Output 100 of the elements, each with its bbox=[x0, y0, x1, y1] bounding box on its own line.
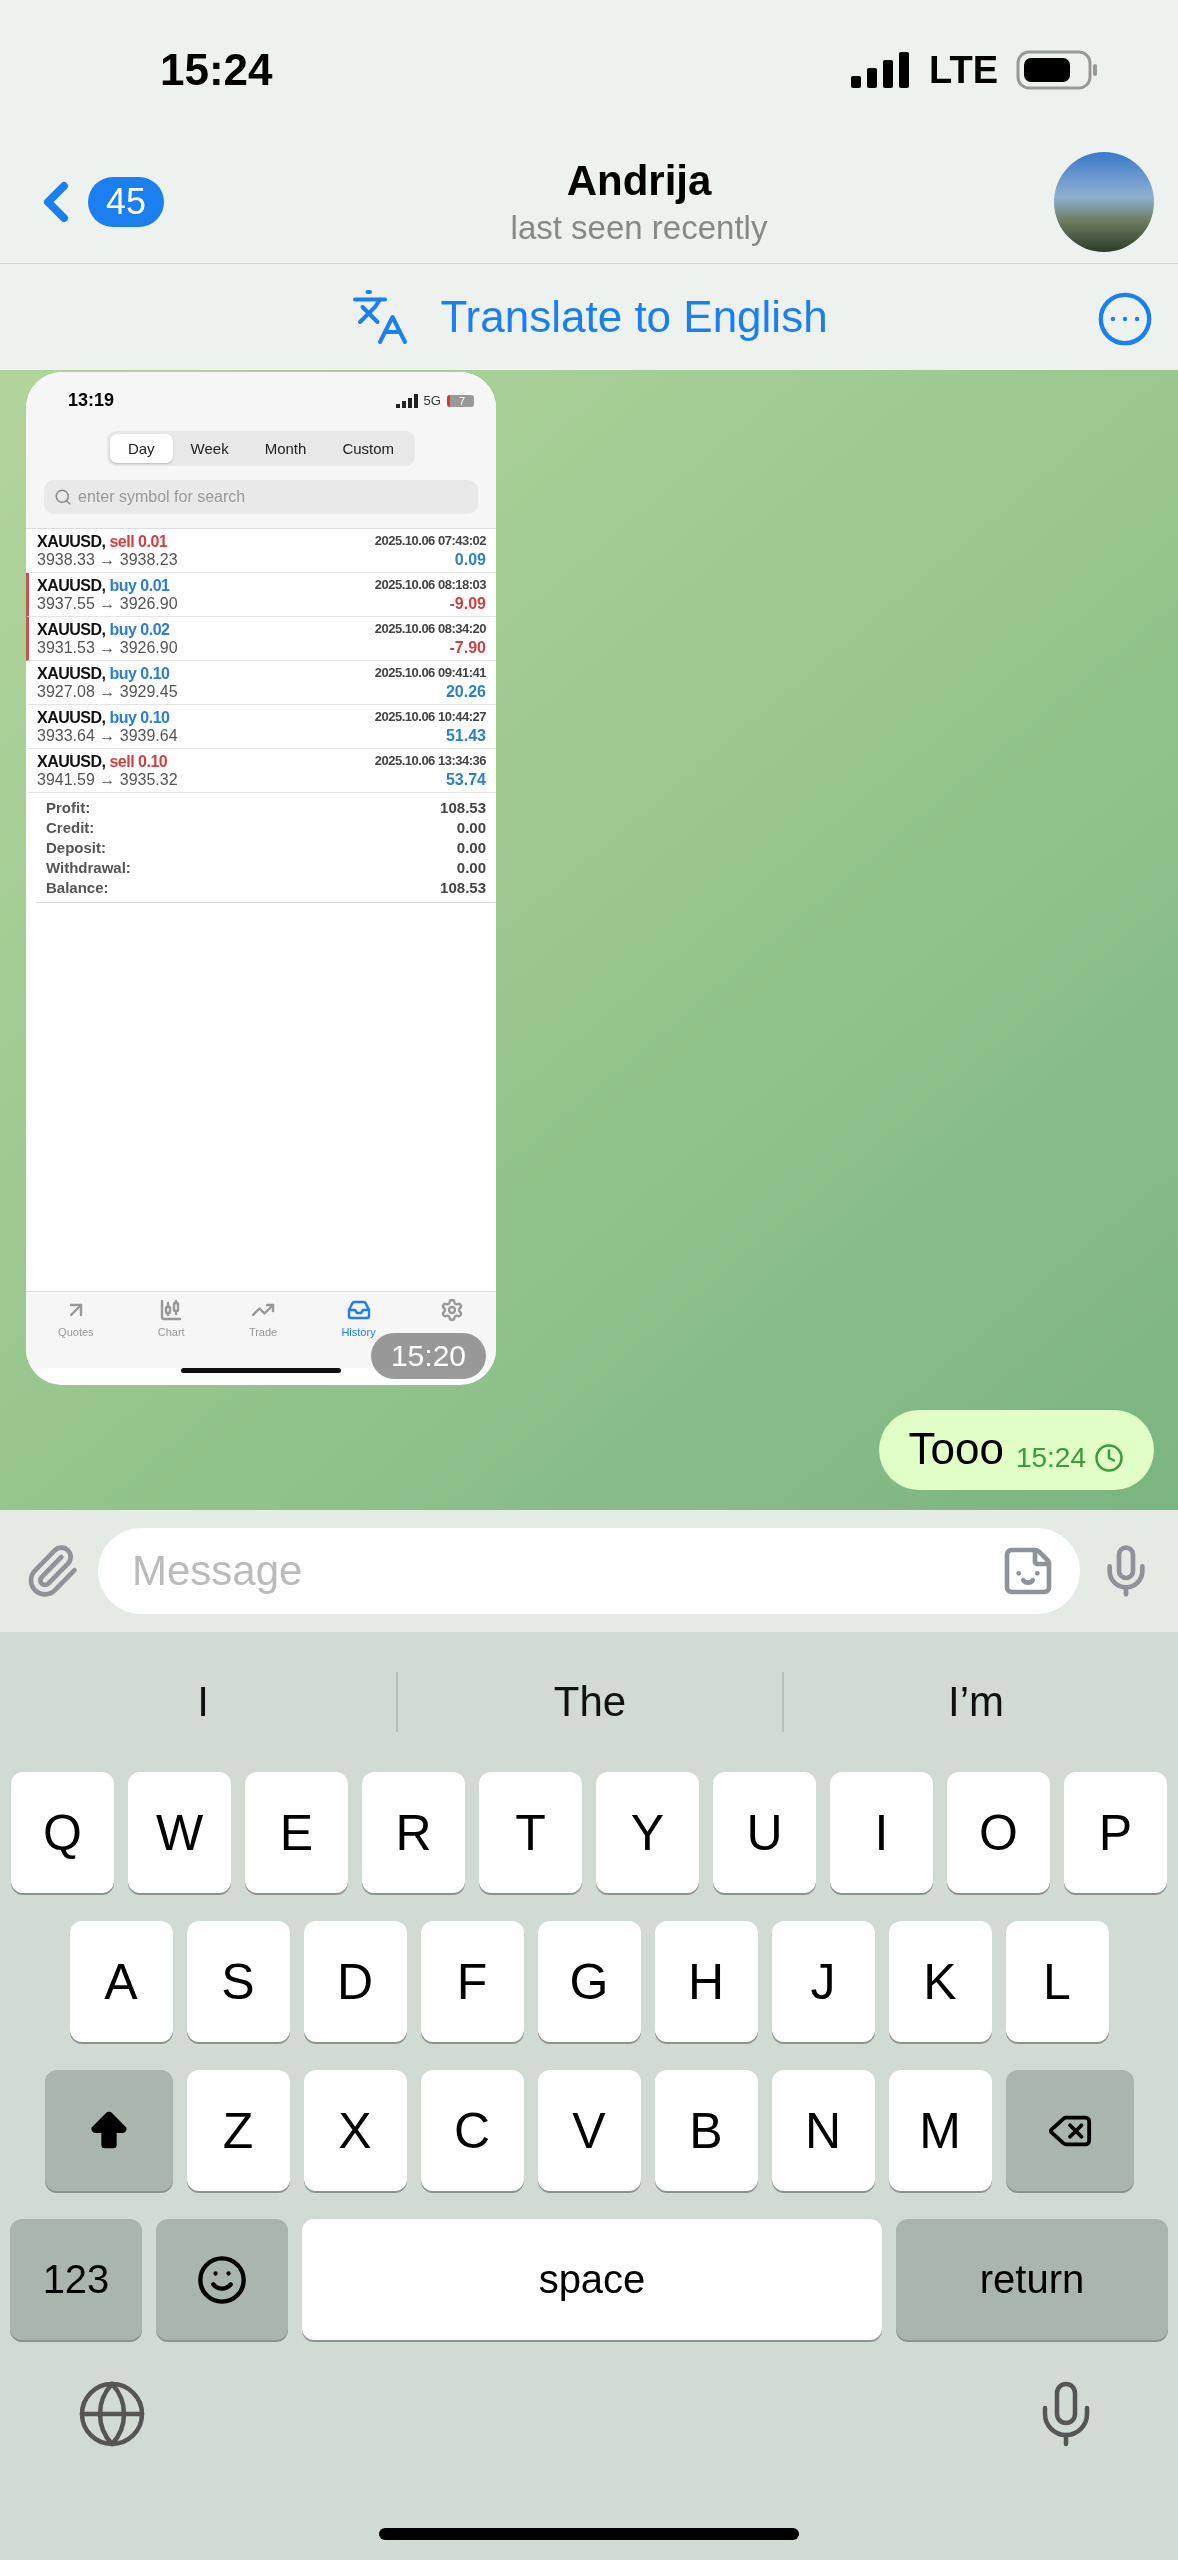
letter-key[interactable]: G bbox=[537, 1921, 641, 2042]
trade-profit: 53.74 bbox=[445, 771, 486, 789]
suggestion[interactable]: I bbox=[10, 1672, 396, 1732]
trade-row[interactable]: XAUUSD, sell 0.10 2025.10.06 13:34:36 3941.59 → 3935.32 53.74 bbox=[26, 749, 496, 793]
trade-title: XAUUSD, buy 0.02 bbox=[37, 621, 171, 639]
summary-label: Credit: bbox=[46, 819, 96, 836]
trade-profit: -9.09 bbox=[449, 595, 486, 613]
summary-value: 108.53 bbox=[440, 879, 486, 896]
letter-key[interactable]: F bbox=[420, 1921, 524, 2042]
status-time: 15:24 bbox=[160, 45, 273, 95]
app-tab[interactable] bbox=[439, 1298, 464, 1322]
trade-title: XAUUSD, buy 0.01 bbox=[37, 577, 171, 595]
trade-time: 2025.10.06 07:43:02 bbox=[374, 533, 486, 550]
back-button[interactable]: 45 bbox=[24, 169, 224, 234]
summary-value: 0.00 bbox=[456, 819, 486, 836]
summary-label: Deposit: bbox=[46, 839, 107, 856]
suggestion[interactable]: I’m bbox=[782, 1672, 1168, 1732]
space-key[interactable]: space bbox=[302, 2219, 882, 2340]
letter-key[interactable]: T bbox=[479, 1772, 582, 1893]
trade-title: XAUUSD, sell 0.01 bbox=[37, 533, 169, 551]
letter-key[interactable]: B bbox=[654, 2070, 758, 2191]
clock-icon bbox=[1094, 1443, 1124, 1473]
letter-key[interactable]: O bbox=[947, 1772, 1050, 1893]
message-time: 15:24 bbox=[1015, 1442, 1124, 1474]
trade-prices: 3941.59 → 3935.32 bbox=[37, 771, 179, 789]
candlestick-icon bbox=[159, 1298, 184, 1322]
flagged-trade-row[interactable]: XAUUSD, buy 0.01 2025.10.06 08:18:03 3937.55 → 3926.90 -9.09 bbox=[26, 573, 496, 617]
app-tab[interactable]: History bbox=[341, 1298, 376, 1338]
letter-key[interactable]: R bbox=[362, 1772, 465, 1893]
trade-prices: 3927.08 → 3929.45 bbox=[37, 683, 179, 701]
backspace-key[interactable] bbox=[1005, 2070, 1134, 2191]
letter-key[interactable]: Y bbox=[596, 1772, 699, 1893]
letter-key[interactable]: S bbox=[186, 1921, 290, 2042]
summary-label: Balance: bbox=[46, 879, 110, 896]
trade-time: 2025.10.06 08:34:20 bbox=[374, 621, 486, 638]
emoji-key[interactable] bbox=[156, 2219, 288, 2340]
letter-key[interactable]: C bbox=[420, 2070, 524, 2191]
shift-key[interactable] bbox=[44, 2070, 173, 2191]
suggestion[interactable]: The bbox=[396, 1672, 782, 1732]
trade-title: XAUUSD, sell 0.10 bbox=[37, 753, 169, 771]
period-tab[interactable]: Day bbox=[109, 434, 173, 463]
letter-key[interactable]: A bbox=[69, 1921, 173, 2042]
settings-icon bbox=[439, 1298, 464, 1322]
network-label: LTE bbox=[929, 48, 998, 92]
letter-key[interactable]: P bbox=[1064, 1772, 1167, 1893]
trade-prices: 3933.64 → 3939.64 bbox=[37, 727, 179, 745]
letter-key[interactable]: W bbox=[128, 1772, 231, 1893]
period-tab[interactable]: Custom bbox=[324, 434, 413, 463]
emoji-icon bbox=[196, 2253, 248, 2306]
trade-row[interactable]: XAUUSD, buy 0.10 2025.10.06 10:44:27 3933.64 → 3939.64 51.43 bbox=[26, 705, 496, 749]
letter-key[interactable]: Z bbox=[186, 2070, 290, 2191]
summary-label: Profit: bbox=[46, 799, 92, 816]
letter-key[interactable]: L bbox=[1005, 1921, 1109, 2042]
contact-name: Andrija bbox=[566, 156, 712, 205]
message-field[interactable]: Message bbox=[98, 1528, 1080, 1614]
search-icon bbox=[54, 488, 72, 506]
summary-value: 0.00 bbox=[456, 839, 486, 856]
trade-row[interactable]: XAUUSD, sell 0.01 2025.10.06 07:43:02 3938.33 → 3938.23 0.09 bbox=[26, 529, 496, 573]
letter-key[interactable]: X bbox=[303, 2070, 407, 2191]
letter-key[interactable]: J bbox=[771, 1921, 875, 2042]
trade-time: 2025.10.06 13:34:36 bbox=[374, 753, 486, 770]
trade-row[interactable]: XAUUSD, buy 0.10 2025.10.06 09:41:41 3927.08 → 3929.45 20.26 bbox=[26, 661, 496, 705]
trade-prices: 3938.33 → 3938.23 bbox=[37, 551, 179, 569]
letter-key[interactable]: V bbox=[537, 2070, 641, 2191]
letter-key[interactable]: I bbox=[830, 1772, 933, 1893]
letter-key[interactable]: N bbox=[771, 2070, 875, 2191]
period-tab[interactable]: Week bbox=[172, 434, 247, 463]
trade-profit: 51.43 bbox=[445, 727, 486, 745]
flagged-trade-row[interactable]: XAUUSD, buy 0.02 2025.10.06 08:34:20 3931.53 → 3926.90 -7.90 bbox=[26, 617, 496, 661]
letter-key[interactable]: H bbox=[654, 1921, 758, 2042]
status-time: 13:19 bbox=[68, 390, 115, 411]
screenshot-message[interactable] bbox=[26, 372, 496, 1385]
summary-label: Withdrawal: bbox=[46, 859, 132, 876]
trade-time: 2025.10.06 10:44:27 bbox=[374, 709, 486, 726]
numbers-key[interactable]: 123 bbox=[10, 2219, 142, 2340]
more-button[interactable] bbox=[1096, 290, 1154, 348]
letter-key[interactable]: U bbox=[713, 1772, 816, 1893]
network-label: 5G bbox=[423, 393, 441, 408]
signal-icon bbox=[851, 52, 912, 88]
letter-key[interactable]: K bbox=[888, 1921, 992, 2042]
summary-value: 108.53 bbox=[440, 799, 486, 816]
letter-key[interactable]: E bbox=[245, 1772, 348, 1893]
more-icon bbox=[1096, 290, 1154, 348]
trade-title: XAUUSD, buy 0.10 bbox=[37, 709, 171, 727]
trade-time: 2025.10.06 09:41:41 bbox=[374, 665, 486, 682]
symbol-search-field[interactable]: enter symbol for search bbox=[44, 480, 478, 514]
signal-icon bbox=[395, 393, 418, 408]
summary-value: 0.00 bbox=[456, 859, 486, 876]
letter-key[interactable]: M bbox=[888, 2070, 992, 2191]
inbox-icon bbox=[346, 1298, 371, 1322]
return-key[interactable]: return bbox=[896, 2219, 1168, 2340]
trade-title: XAUUSD, buy 0.10 bbox=[37, 665, 171, 683]
period-tab[interactable]: Month bbox=[246, 434, 325, 463]
letter-key[interactable]: Q bbox=[11, 1772, 114, 1893]
message-text: Tooo bbox=[908, 1424, 1004, 1474]
letter-key[interactable]: D bbox=[303, 1921, 407, 2042]
battery-icon bbox=[1016, 50, 1098, 90]
trade-prices: 3931.53 → 3926.90 bbox=[37, 639, 179, 657]
trade-profit: 0.09 bbox=[454, 551, 486, 569]
contact-status: last seen recently bbox=[510, 208, 768, 247]
